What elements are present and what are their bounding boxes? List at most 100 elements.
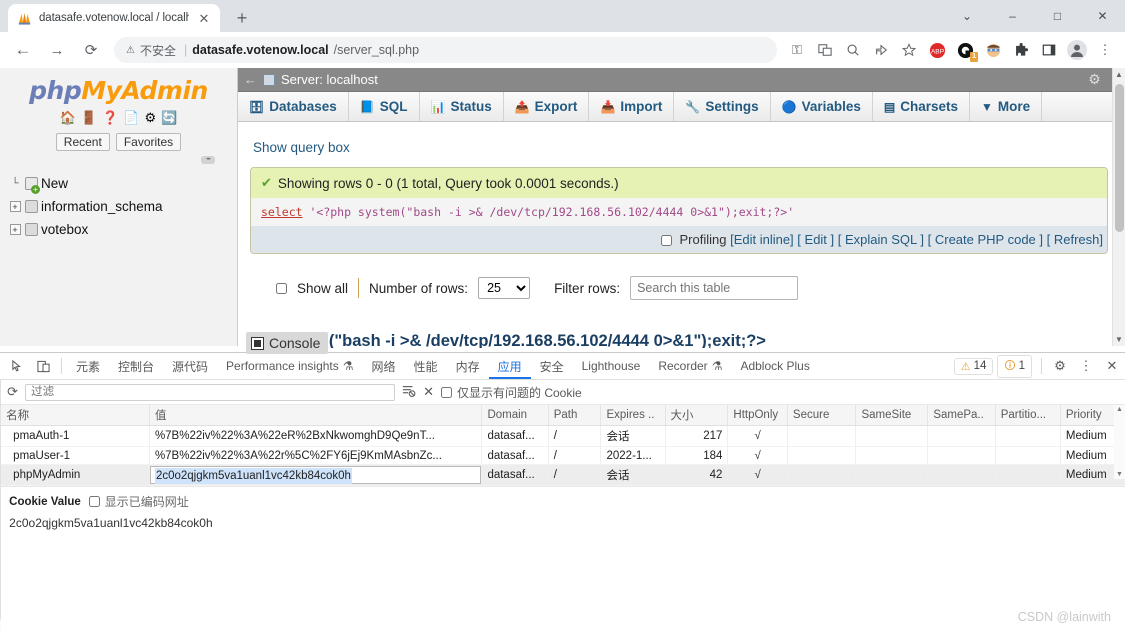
extension-q-icon[interactable]: 1 (953, 38, 978, 62)
tab-console[interactable]: 控制台 (109, 353, 163, 379)
scroll-up-icon[interactable]: ▲ (1116, 406, 1123, 413)
col-secure[interactable]: Secure (787, 405, 857, 426)
tab-application[interactable]: 应用 (489, 353, 531, 379)
table-vertical-scrollbar[interactable]: ▲ ▼ (1113, 405, 1125, 479)
edit-inline-link[interactable]: [Edit inline] (730, 232, 794, 247)
filter-input[interactable] (25, 383, 396, 401)
clear-all-cookies-icon[interactable] (402, 384, 416, 401)
logout-icon[interactable]: 🚪 (81, 110, 97, 126)
table-row[interactable]: pmaAuth-1 %7B%22iv%22%3A%22eR%2BxNkwomgh… (1, 425, 1125, 447)
close-icon[interactable]: ✕ (1099, 354, 1125, 378)
tab-security[interactable]: 安全 (531, 353, 573, 379)
tab-performance-insights[interactable]: Performance insights ⚗ (217, 353, 362, 379)
pma-logo[interactable]: phpMyAdmin (0, 68, 237, 105)
cell-value[interactable]: 2c0o2qjgkm5va1uanl1vc42kb84cok0h (149, 464, 483, 486)
device-toolbar-icon[interactable] (30, 354, 56, 378)
browser-tab[interactable]: datasafe.votenow.local / localh ✕ (8, 4, 220, 32)
tab-export[interactable]: 📤 Export (504, 92, 590, 121)
tab-performance[interactable]: 性能 (405, 353, 447, 379)
value-edit-box[interactable]: 2c0o2qjgkm5va1uanl1vc42kb84cok0h (149, 466, 481, 484)
tab-network[interactable]: 网络 (363, 353, 405, 379)
close-icon[interactable]: ✕ (196, 10, 212, 26)
show-url-encoded-toggle[interactable]: 显示已编码网址 (88, 493, 189, 510)
create-php-code-link[interactable]: [ Create PHP code ] (928, 232, 1043, 247)
tree-item-new[interactable]: └ New (8, 172, 228, 195)
expand-toggle[interactable]: + (8, 200, 22, 213)
scroll-down-icon[interactable]: ▼ (1116, 471, 1123, 478)
scroll-up-icon[interactable]: ▲ (1115, 70, 1123, 79)
tree-item-information-schema[interactable]: + information_schema (8, 195, 228, 218)
puzzle-extensions-icon[interactable] (1009, 38, 1033, 62)
chevron-down-icon[interactable]: ⌄ (944, 0, 990, 32)
favorites-chip[interactable]: Favorites (115, 133, 182, 151)
reload-icon[interactable]: ⟳ (77, 36, 105, 64)
tab-sources[interactable]: 源代码 (163, 353, 217, 379)
table-row[interactable]: pmaUser-1 %7B%22iv%22%3A%22r%5C%2FY6jEj9… (1, 446, 1125, 465)
tab-lighthouse[interactable]: Lighthouse (573, 353, 650, 379)
refresh-icon[interactable]: 🔄 (161, 110, 177, 126)
show-url-encoded-checkbox[interactable] (88, 496, 100, 507)
bookmark-star-icon[interactable] (897, 38, 921, 62)
profile-emoji-icon[interactable] (981, 38, 1005, 62)
col-name[interactable]: 名称 (1, 405, 150, 426)
adblock-plus-icon[interactable]: ABP (925, 38, 949, 62)
col-size[interactable]: 大小 (665, 405, 729, 426)
col-samesite[interactable]: SameSite (855, 405, 929, 426)
edit-link[interactable]: [ Edit ] (797, 232, 834, 247)
col-value[interactable]: 值 (149, 405, 483, 426)
tab-adblock-plus[interactable]: Adblock Plus (731, 353, 818, 379)
issues-badge[interactable]: 🛈 1 (997, 354, 1032, 378)
sidebar-resize-grip[interactable]: ••• (201, 156, 215, 164)
settings-icon[interactable]: ⚙ (144, 110, 156, 126)
col-expires[interactable]: Expires .. (600, 405, 666, 426)
expand-toggle[interactable]: + (8, 223, 22, 236)
forward-icon[interactable]: → (43, 36, 71, 64)
col-domain[interactable]: Domain (481, 405, 549, 426)
show-all-checkbox[interactable] (276, 282, 287, 294)
col-path[interactable]: Path (548, 405, 602, 426)
new-tab-button[interactable]: + (228, 4, 256, 32)
only-problem-cookies-checkbox[interactable] (440, 386, 452, 398)
table-row[interactable]: phpMyAdmin 2c0o2qjgkm5va1uanl1vc42kb84co… (1, 464, 1125, 486)
clear-filter-icon[interactable]: ✕ (423, 384, 434, 400)
key-icon[interactable]: ⚿ (785, 38, 809, 62)
share-icon[interactable] (869, 38, 893, 62)
inspect-element-icon[interactable] (4, 354, 30, 378)
help-icon[interactable]: ❓ (102, 110, 118, 126)
tab-status[interactable]: 📊 Status (420, 92, 504, 121)
show-query-box-link[interactable]: Show query box (253, 140, 1111, 155)
recent-chip[interactable]: Recent (55, 133, 110, 151)
tab-more[interactable]: ▼ More (970, 92, 1043, 121)
col-partition[interactable]: Partitio... (995, 405, 1061, 426)
refresh-link[interactable]: [ Refresh] (1047, 232, 1103, 247)
tab-settings[interactable]: 🔧 Settings (674, 92, 771, 121)
tab-recorder[interactable]: Recorder ⚗ (649, 353, 731, 379)
only-problem-cookies-toggle[interactable]: 仅显示有问题的 Cookie (440, 384, 582, 401)
kebab-menu-icon[interactable]: ⋮ (1073, 354, 1099, 378)
page-scrollbar[interactable]: ▲ ▼ (1112, 68, 1125, 346)
side-panel-icon[interactable] (1037, 38, 1061, 62)
scrollbar-thumb[interactable] (1115, 84, 1124, 232)
tab-sql[interactable]: 📘 SQL (349, 92, 420, 121)
translate-icon[interactable] (813, 38, 837, 62)
home-icon[interactable]: 🏠 (60, 110, 76, 126)
tab-charsets[interactable]: ▤ Charsets (873, 92, 970, 121)
close-window-button[interactable]: ✕ (1080, 0, 1125, 32)
maximize-button[interactable]: □ (1035, 0, 1080, 32)
tab-memory[interactable]: 内存 (447, 353, 489, 379)
console-tooltip[interactable]: Console (246, 332, 329, 354)
tree-item-votebox[interactable]: + votebox (8, 218, 228, 241)
gear-icon[interactable]: ⚙ (1047, 354, 1073, 378)
refresh-icon[interactable]: ⟳ (7, 384, 18, 400)
settings-gear-icon[interactable]: ⚙ (1088, 71, 1101, 88)
tab-variables[interactable]: 🔵 Variables (771, 92, 873, 121)
col-samepa[interactable]: SamePa.. (927, 405, 996, 426)
back-icon[interactable]: ← (9, 36, 37, 64)
address-bar[interactable]: ⚠ 不安全 | datasafe.votenow.local /server_s… (114, 37, 777, 63)
warnings-badge[interactable]: ⚠ 14 (953, 357, 994, 375)
minimize-button[interactable]: – (990, 0, 1035, 32)
rows-per-page-select[interactable]: 25 (478, 277, 531, 299)
explain-sql-link[interactable]: [ Explain SQL ] (838, 232, 924, 247)
filter-rows-input[interactable] (630, 276, 799, 300)
tab-databases[interactable]: 🗄 Databases (238, 92, 349, 121)
